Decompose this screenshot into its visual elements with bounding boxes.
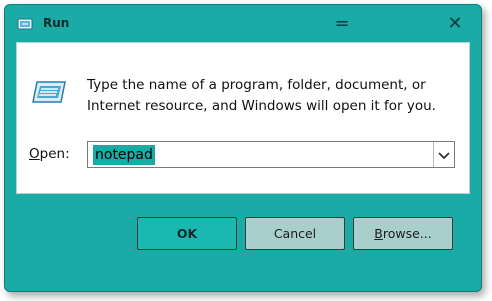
- open-label: Open:: [29, 146, 70, 162]
- close-button[interactable]: ✕: [439, 11, 471, 35]
- ok-button-label: OK: [176, 226, 198, 241]
- run-app-icon: [17, 16, 33, 30]
- dialog-content: Type the name of a program, folder, docu…: [16, 42, 470, 194]
- run-icon: [31, 78, 67, 106]
- browse-button[interactable]: Browse...: [353, 217, 453, 250]
- ok-button[interactable]: OK: [137, 217, 237, 250]
- open-label-text: pen:: [39, 146, 70, 162]
- cancel-button[interactable]: Cancel: [245, 217, 345, 250]
- minimize-button[interactable]: =: [326, 11, 358, 35]
- chevron-down-icon: [438, 145, 450, 164]
- dropdown-button[interactable]: [433, 142, 454, 167]
- close-icon: ✕: [447, 12, 463, 34]
- open-label-accesskey: O: [29, 146, 40, 162]
- open-combobox[interactable]: notepad: [87, 141, 455, 168]
- window-title: Run: [43, 16, 70, 30]
- run-dialog: Run = ✕ Type the name of a program, fold…: [4, 4, 482, 292]
- cancel-button-label: Cancel: [273, 226, 317, 241]
- open-input[interactable]: [89, 143, 438, 166]
- dialog-description: Type the name of a program, folder, docu…: [87, 77, 436, 114]
- minimize-icon: =: [334, 12, 350, 34]
- browse-button-label: rowse...: [382, 226, 432, 241]
- browse-accesskey: B: [374, 226, 383, 241]
- title-bar[interactable]: Run = ✕: [5, 5, 481, 41]
